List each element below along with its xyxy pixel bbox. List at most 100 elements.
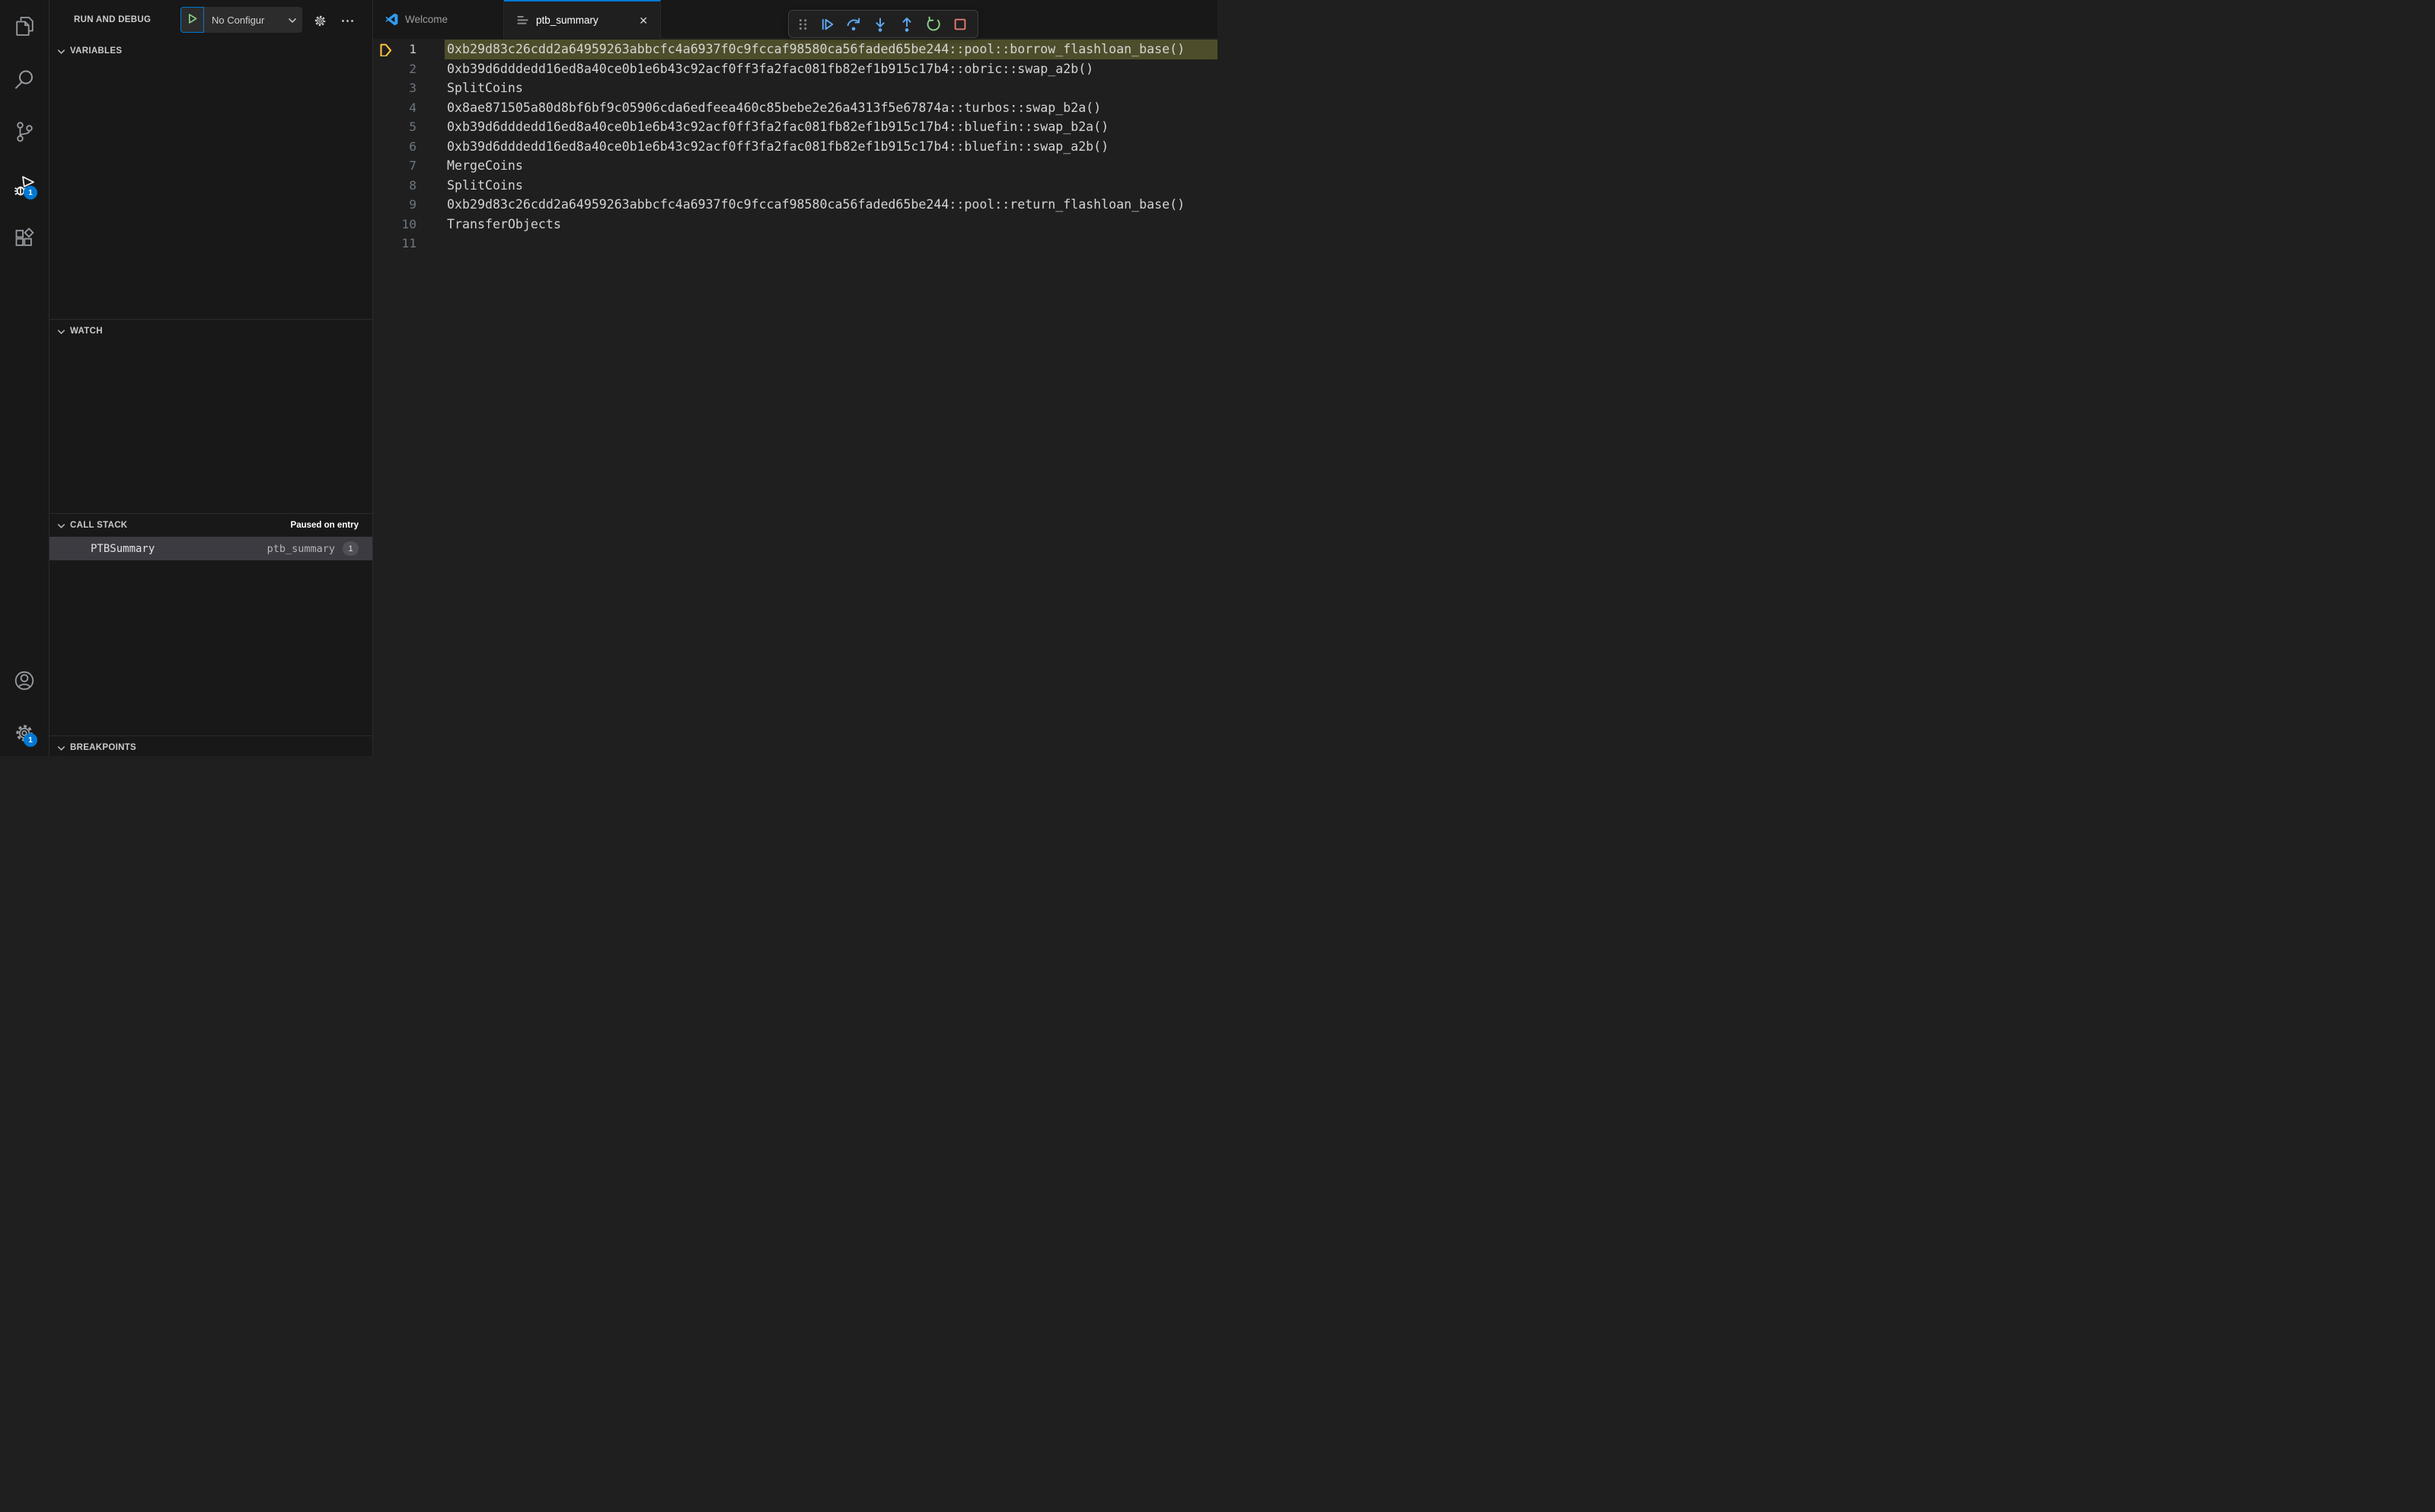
drag-handle-icon (795, 16, 812, 33)
close-icon[interactable]: ✕ (639, 15, 648, 26)
line-number: 2 (409, 61, 416, 76)
sidebar-title: RUN AND DEBUG (74, 15, 152, 24)
breakpoints-section-header[interactable]: BREAKPOINTS (49, 736, 372, 756)
restart-icon (925, 16, 942, 33)
debug-config-value: No Configur (212, 14, 265, 26)
activity-extensions[interactable] (0, 219, 49, 258)
more-actions-icon[interactable] (337, 11, 358, 30)
step-over-button[interactable] (841, 13, 866, 36)
run-and-debug-sidebar: RUN AND DEBUG No Configur VARIABLES WATC… (49, 0, 373, 756)
editor-area: Welcome ptb_summary ✕ 1 0xb29d83c26cdd2a6… (373, 0, 1218, 756)
activity-run-and-debug[interactable]: 1 (0, 166, 49, 206)
activity-source-control[interactable] (0, 112, 49, 152)
debug-toolbar (788, 10, 978, 38)
line-number: 5 (409, 120, 416, 135)
step-into-button[interactable] (868, 13, 892, 36)
account-icon (13, 669, 36, 692)
stop-button[interactable] (948, 13, 972, 36)
watch-section-header[interactable]: WATCH (49, 320, 372, 343)
extensions-icon (13, 227, 36, 250)
current-stack-frame-arrow-icon (378, 42, 393, 56)
activity-explorer[interactable] (0, 6, 49, 46)
files-icon (13, 14, 36, 37)
activity-accounts[interactable] (0, 661, 49, 700)
activity-bar: 11 (0, 0, 49, 756)
tab-welcome[interactable]: Welcome (373, 0, 504, 39)
start-debugging-button[interactable] (180, 7, 204, 33)
source-control-icon (13, 120, 36, 143)
activity-badge: 1 (24, 186, 37, 199)
tab-label: ptb_summary (536, 14, 598, 26)
section-label: CALL STACK (70, 521, 128, 530)
activity-search[interactable] (0, 59, 49, 99)
code-line-1[interactable]: 1 0xb29d83c26cdd2a64959263abbcfc4a6937f0c… (373, 40, 1218, 59)
continue-icon (819, 16, 835, 33)
tab-ptb-summary[interactable]: ptb_summary ✕ (504, 0, 661, 39)
frame-name: PTBSummary (91, 542, 155, 555)
code-text: 0xb29d83c26cdd2a64959263abbcfc4a6937f0c9… (445, 40, 1218, 59)
variables-section-header[interactable]: VARIABLES (49, 40, 372, 62)
vscode-logo-icon (385, 13, 398, 26)
code-text: 0xb39d6dddedd16ed8a40ce0b1e6b43c92acf0ff… (447, 120, 1109, 135)
code-editor[interactable]: 1 0xb29d83c26cdd2a64959263abbcfc4a6937f0c… (373, 39, 1218, 756)
continue-button[interactable] (815, 13, 839, 36)
code-line-6[interactable]: 6 0xb39d6dddedd16ed8a40ce0b1e6b43c92acf0f… (373, 137, 1218, 157)
line-number: 10 (401, 216, 417, 231)
line-number: 6 (409, 139, 416, 154)
play-icon (186, 12, 199, 27)
code-text: 0x8ae871505a80d8bf6bf9c05906cda6edfeea46… (447, 100, 1102, 115)
code-line-5[interactable]: 5 0xb39d6dddedd16ed8a40ce0b1e6b43c92acf0f… (373, 117, 1218, 137)
code-text: TransferObjects (447, 216, 561, 231)
line-number: 7 (409, 158, 416, 174)
activity-settings[interactable]: 1 (0, 713, 49, 753)
chevron-down-icon (288, 16, 297, 24)
frame-count-badge: 1 (343, 541, 359, 556)
sidebar-header: RUN AND DEBUG No Configur (49, 0, 372, 40)
chevron-down-icon (56, 326, 67, 337)
drag-handle-button[interactable] (794, 13, 812, 36)
code-line-11[interactable]: 11 (373, 234, 1218, 254)
chevron-down-icon (56, 520, 67, 531)
step-out-icon (898, 16, 915, 33)
code-line-10[interactable]: 10 TransferObjects (373, 215, 1218, 234)
code-text: 0xb29d83c26cdd2a64959263abbcfc4a6937f0c9… (447, 197, 1186, 212)
section-label: VARIABLES (70, 46, 123, 56)
step-out-button[interactable] (895, 13, 919, 36)
search-icon (13, 68, 36, 91)
code-text: MergeCoins (447, 158, 523, 174)
frame-source: ptb_summary (266, 542, 335, 555)
code-text: SplitCoins (447, 177, 523, 193)
call-stack-frame[interactable]: PTBSummary ptb_summary 1 (49, 537, 372, 560)
file-list-icon (516, 14, 529, 27)
watch-pane: WATCH (49, 319, 372, 513)
run-control: No Configur (180, 7, 302, 33)
step-into-icon (872, 16, 889, 33)
chevron-down-icon (56, 742, 67, 754)
code-line-8[interactable]: 8 SplitCoins (373, 176, 1218, 196)
line-number: 9 (409, 197, 416, 212)
debug-gear-icon[interactable] (309, 11, 330, 30)
code-text: 0xb39d6dddedd16ed8a40ce0b1e6b43c92acf0ff… (447, 139, 1109, 154)
code-text: 0xb39d6dddedd16ed8a40ce0b1e6b43c92acf0ff… (447, 61, 1094, 76)
debug-config-dropdown[interactable]: No Configur (204, 7, 302, 33)
code-line-9[interactable]: 9 0xb29d83c26cdd2a64959263abbcfc4a6937f0c… (373, 195, 1218, 215)
line-number: 4 (409, 100, 416, 115)
activity-badge: 1 (24, 733, 37, 747)
code-line-3[interactable]: 3 SplitCoins (373, 78, 1218, 98)
chevron-down-icon (56, 46, 67, 57)
line-number: 3 (409, 81, 416, 96)
call-stack-section-header[interactable]: CALL STACK Paused on entry (49, 514, 372, 537)
code-line-4[interactable]: 4 0x8ae871505a80d8bf6bf9c05906cda6edfeea4… (373, 98, 1218, 118)
line-number: 8 (409, 177, 416, 193)
code-line-7[interactable]: 7 MergeCoins (373, 156, 1218, 176)
tab-label: Welcome (405, 14, 448, 25)
restart-button[interactable] (921, 13, 946, 36)
paused-status-badge: Paused on entry (290, 521, 359, 530)
code-line-2[interactable]: 2 0xb39d6dddedd16ed8a40ce0b1e6b43c92acf0f… (373, 59, 1218, 79)
section-label: WATCH (70, 327, 103, 336)
variables-pane: VARIABLES (49, 40, 372, 319)
line-number: 11 (401, 236, 417, 251)
code-text: SplitCoins (447, 81, 523, 96)
stop-icon (952, 16, 969, 33)
